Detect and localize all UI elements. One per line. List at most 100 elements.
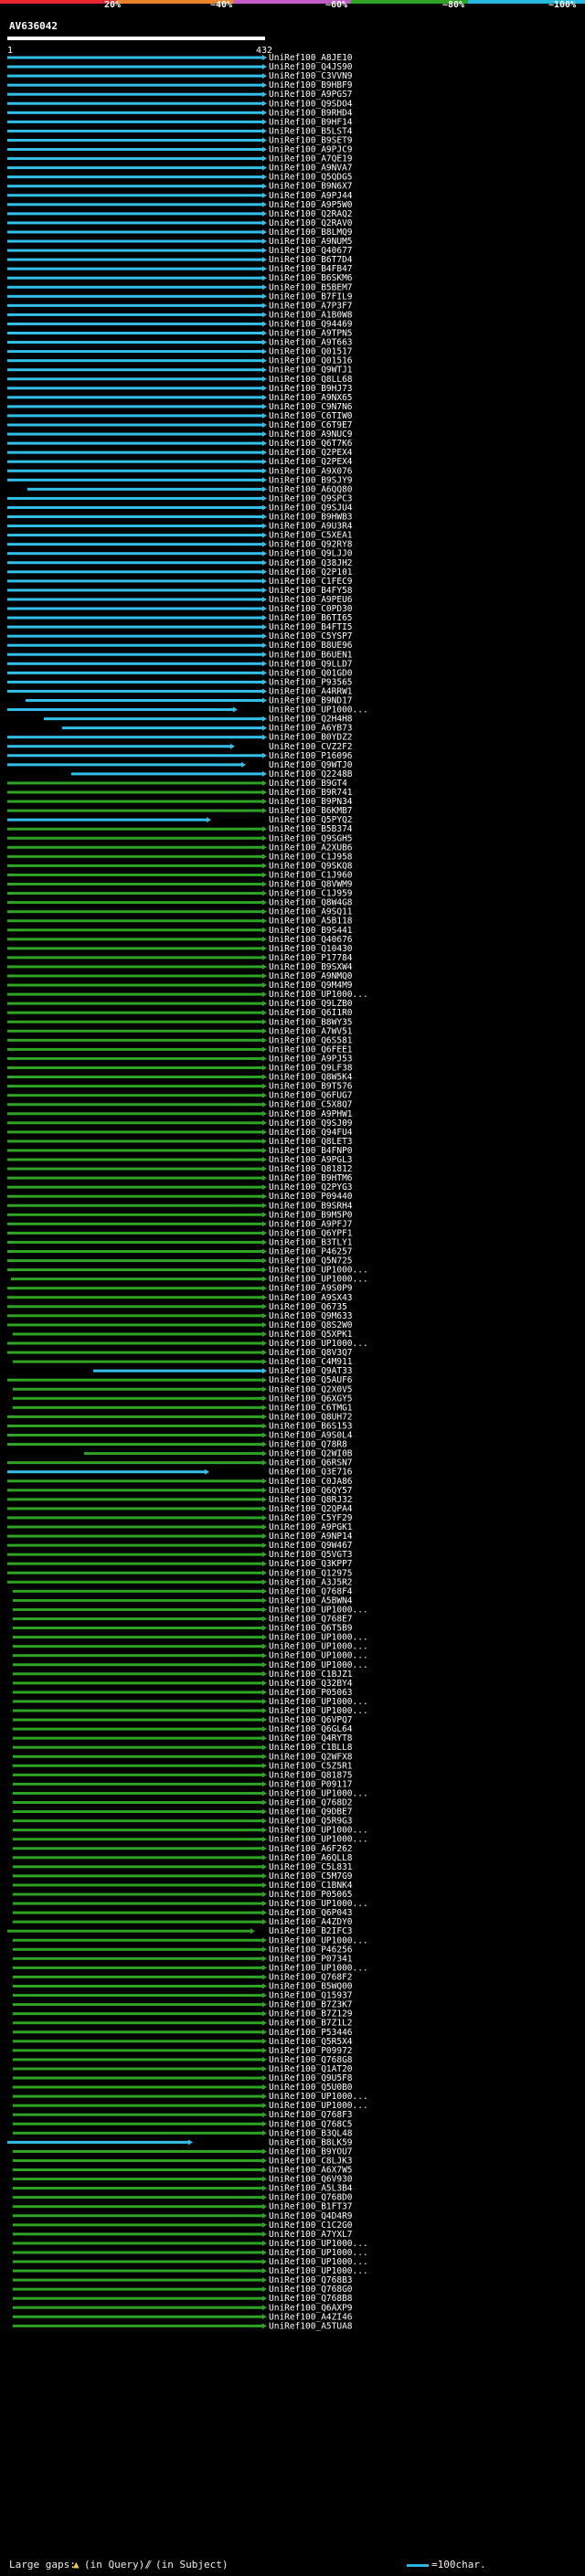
- hit-bar[interactable]: [13, 1636, 262, 1639]
- hit-bar[interactable]: [7, 956, 262, 959]
- hit-bar[interactable]: [7, 387, 262, 390]
- hit-bar[interactable]: [7, 910, 262, 914]
- hit-bar[interactable]: [13, 2168, 262, 2171]
- hit-bar[interactable]: [13, 1745, 262, 1749]
- hit-bar[interactable]: [7, 332, 262, 334]
- hit-bar[interactable]: [13, 1791, 262, 1795]
- hit-bar[interactable]: [84, 1452, 262, 1456]
- hit-bar[interactable]: [13, 2085, 262, 2089]
- hit-bar[interactable]: [7, 1323, 262, 1327]
- hit-bar[interactable]: [7, 1543, 262, 1547]
- hit-bar[interactable]: [7, 185, 262, 188]
- hit-bar[interactable]: [7, 534, 262, 537]
- hit-bar[interactable]: [13, 1985, 262, 1988]
- hit-bar[interactable]: [13, 2278, 262, 2282]
- hit-bar[interactable]: [7, 1562, 262, 1565]
- hit-bar[interactable]: [7, 1029, 262, 1033]
- hit-bar[interactable]: [13, 2122, 262, 2125]
- hit-bar[interactable]: [7, 598, 262, 601]
- hit-bar[interactable]: [7, 460, 262, 463]
- hit-bar[interactable]: [13, 1764, 262, 1767]
- hit-bar[interactable]: [7, 294, 262, 298]
- hit-bar[interactable]: [7, 478, 262, 482]
- hit-bar[interactable]: [13, 2158, 262, 2162]
- hit-bar[interactable]: [13, 2306, 262, 2309]
- hit-bar[interactable]: [13, 1847, 262, 1850]
- hit-bar[interactable]: [7, 1268, 262, 1272]
- hit-bar[interactable]: [7, 129, 262, 133]
- hit-bar[interactable]: [7, 1002, 262, 1005]
- hit-bar[interactable]: [13, 1607, 262, 1611]
- hit-bar[interactable]: [7, 1580, 262, 1584]
- hit-bar[interactable]: [7, 157, 262, 161]
- hit-bar[interactable]: [13, 1856, 262, 1860]
- hit-bar[interactable]: [13, 1654, 262, 1658]
- hit-bar[interactable]: [7, 414, 262, 418]
- hit-bar[interactable]: [13, 1396, 262, 1400]
- hit-bar[interactable]: [13, 2242, 262, 2245]
- hit-bar[interactable]: [71, 772, 262, 776]
- hit-bar[interactable]: [7, 1424, 262, 1427]
- hit-bar[interactable]: [7, 267, 262, 270]
- hit-bar[interactable]: [13, 2196, 262, 2200]
- hit-bar[interactable]: [7, 525, 262, 528]
- hit-bar[interactable]: [7, 469, 262, 472]
- hit-bar[interactable]: [7, 101, 262, 105]
- hit-bar[interactable]: [7, 1076, 262, 1079]
- hit-bar[interactable]: [7, 1222, 262, 1225]
- hit-bar[interactable]: [13, 1617, 262, 1620]
- hit-bar[interactable]: [7, 148, 262, 151]
- hit-bar[interactable]: [13, 2067, 262, 2071]
- hit-bar[interactable]: [13, 1975, 262, 1978]
- hit-bar[interactable]: [7, 1314, 262, 1318]
- hit-bar[interactable]: [7, 303, 262, 307]
- hit-bar[interactable]: [7, 864, 262, 867]
- hit-bar[interactable]: [13, 2076, 262, 2080]
- hit-bar[interactable]: [13, 1709, 262, 1712]
- hit-bar[interactable]: [13, 1829, 262, 1832]
- hit-bar[interactable]: [7, 625, 262, 629]
- hit-bar[interactable]: [13, 2296, 262, 2300]
- hit-bar[interactable]: [7, 634, 262, 638]
- hit-bar[interactable]: [7, 938, 262, 941]
- hit-bar[interactable]: [13, 2178, 262, 2181]
- hit-bar[interactable]: [7, 652, 262, 656]
- hit-bar[interactable]: [13, 1681, 262, 1685]
- hit-bar[interactable]: [7, 221, 262, 225]
- hit-bar[interactable]: [7, 588, 262, 592]
- hit-bar[interactable]: [7, 1516, 262, 1520]
- hit-bar[interactable]: [7, 1929, 250, 1933]
- hit-bar[interactable]: [7, 350, 262, 354]
- hit-bar[interactable]: [7, 194, 262, 197]
- hit-bar[interactable]: [7, 1498, 262, 1501]
- hit-bar[interactable]: [7, 873, 262, 876]
- hit-bar[interactable]: [7, 1194, 262, 1198]
- hit-bar[interactable]: [13, 1810, 262, 1814]
- hit-bar[interactable]: [7, 570, 262, 574]
- hit-bar[interactable]: [7, 745, 230, 748]
- hit-bar[interactable]: [13, 2269, 262, 2273]
- hit-bar[interactable]: [13, 1938, 262, 1942]
- hit-bar[interactable]: [13, 2104, 262, 2107]
- hit-bar[interactable]: [13, 1754, 262, 1758]
- hit-bar[interactable]: [13, 2012, 262, 2016]
- hit-bar[interactable]: [13, 1672, 262, 1676]
- hit-bar[interactable]: [7, 827, 262, 831]
- hit-bar[interactable]: [13, 1727, 262, 1731]
- hit-bar[interactable]: [13, 2149, 262, 2153]
- hit-bar[interactable]: [7, 1112, 262, 1116]
- hit-bar[interactable]: [7, 1203, 262, 1207]
- hit-bar[interactable]: [7, 1351, 262, 1354]
- hit-bar[interactable]: [13, 1700, 262, 1703]
- hit-bar[interactable]: [13, 1332, 262, 1336]
- hit-bar[interactable]: [7, 928, 262, 932]
- hit-bar[interactable]: [13, 1663, 262, 1667]
- hit-bar[interactable]: [13, 1736, 262, 1740]
- hit-bar[interactable]: [7, 396, 262, 399]
- hit-bar[interactable]: [7, 74, 262, 78]
- hit-bar[interactable]: [7, 845, 262, 849]
- hit-bar[interactable]: [7, 1287, 262, 1290]
- hit-bar[interactable]: [7, 212, 262, 216]
- hit-bar[interactable]: [7, 1250, 262, 1253]
- hit-bar[interactable]: [7, 120, 262, 123]
